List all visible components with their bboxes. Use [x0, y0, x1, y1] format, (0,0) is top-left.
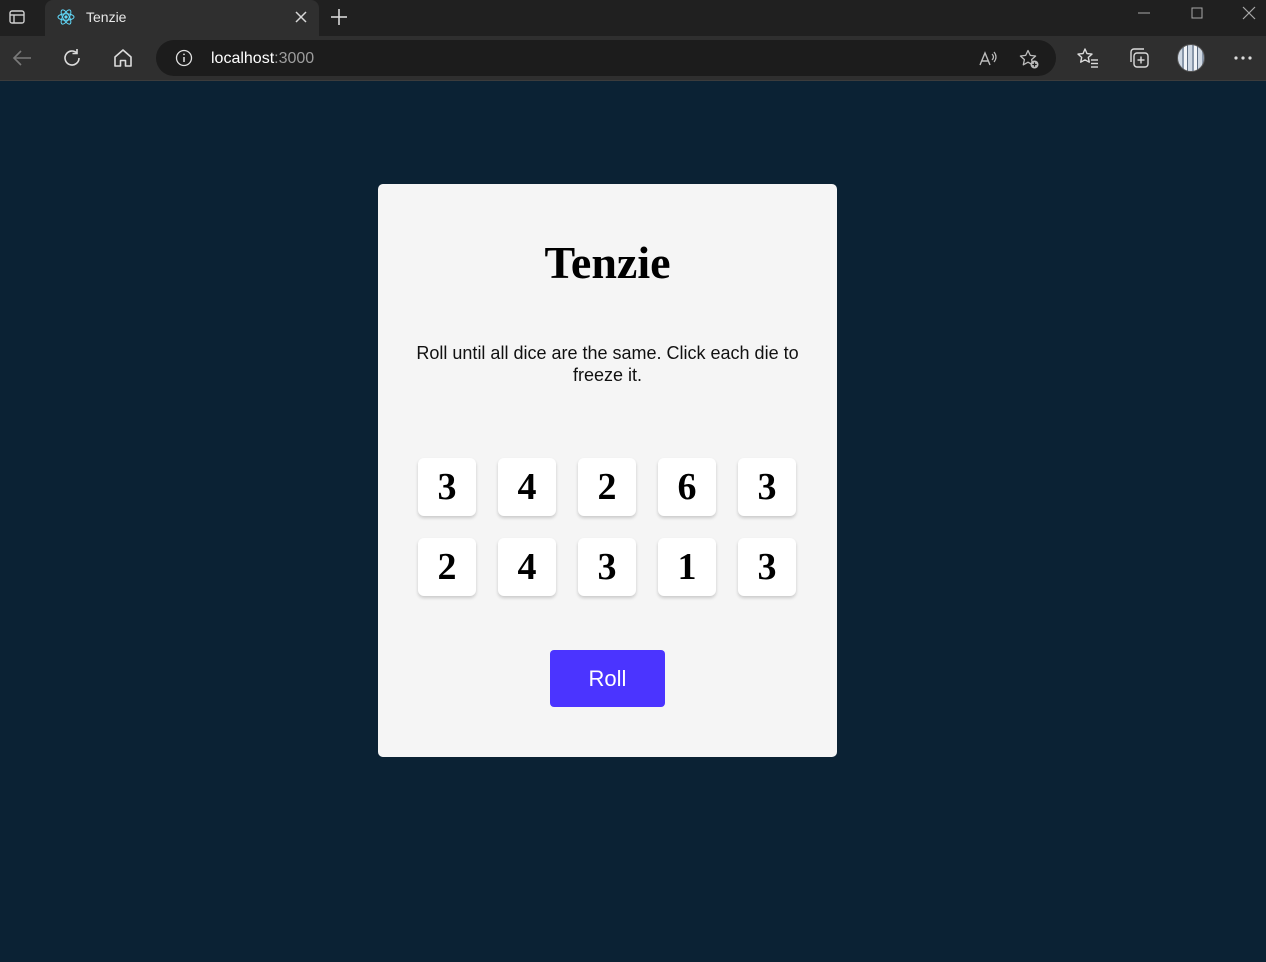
refresh-icon[interactable] — [60, 46, 84, 70]
die[interactable]: 1 — [658, 538, 716, 596]
url-text[interactable]: localhost:3000 — [211, 50, 314, 68]
die[interactable]: 3 — [578, 538, 636, 596]
new-tab-icon[interactable] — [329, 7, 349, 27]
dice-grid: 3 4 2 6 3 2 4 3 1 3 — [418, 458, 798, 596]
home-icon[interactable] — [111, 46, 135, 70]
die[interactable]: 2 — [418, 538, 476, 596]
die[interactable]: 6 — [658, 458, 716, 516]
read-aloud-icon[interactable] — [977, 48, 999, 70]
more-options-icon[interactable] — [1231, 46, 1255, 70]
react-icon — [57, 9, 75, 25]
browser-tab[interactable]: Tenzie — [45, 0, 319, 36]
maximize-icon[interactable] — [1188, 4, 1206, 22]
address-bar[interactable]: localhost:3000 — [156, 40, 1056, 76]
browser-tab-bar: Tenzie — [0, 0, 1266, 36]
game-title: Tenzie — [544, 237, 671, 288]
tab-title: Tenzie — [86, 9, 127, 25]
collections-icon[interactable] — [1127, 46, 1151, 70]
profile-avatar[interactable] — [1177, 44, 1205, 72]
page-viewport: Tenzie Roll until all dice are the same.… — [0, 82, 1266, 962]
url-port: :3000 — [274, 50, 315, 67]
close-tab-icon[interactable] — [294, 10, 308, 24]
roll-button[interactable]: Roll — [550, 650, 665, 707]
die[interactable]: 4 — [498, 458, 556, 516]
favorites-icon[interactable] — [1076, 46, 1100, 70]
tab-actions-icon[interactable] — [8, 8, 26, 26]
browser-toolbar: localhost:3000 — [0, 36, 1266, 81]
die[interactable]: 3 — [738, 538, 796, 596]
die[interactable]: 4 — [498, 538, 556, 596]
back-icon[interactable] — [10, 46, 34, 70]
minimize-icon[interactable] — [1135, 4, 1153, 22]
close-window-icon[interactable] — [1240, 4, 1258, 22]
die[interactable]: 3 — [738, 458, 796, 516]
url-host: localhost — [211, 50, 275, 67]
site-info-icon[interactable] — [175, 49, 193, 67]
game-card: Tenzie Roll until all dice are the same.… — [378, 184, 837, 757]
game-instructions: Roll until all dice are the same. Click … — [416, 343, 799, 385]
add-favorite-icon[interactable] — [1018, 48, 1040, 70]
die[interactable]: 3 — [418, 458, 476, 516]
die[interactable]: 2 — [578, 458, 636, 516]
